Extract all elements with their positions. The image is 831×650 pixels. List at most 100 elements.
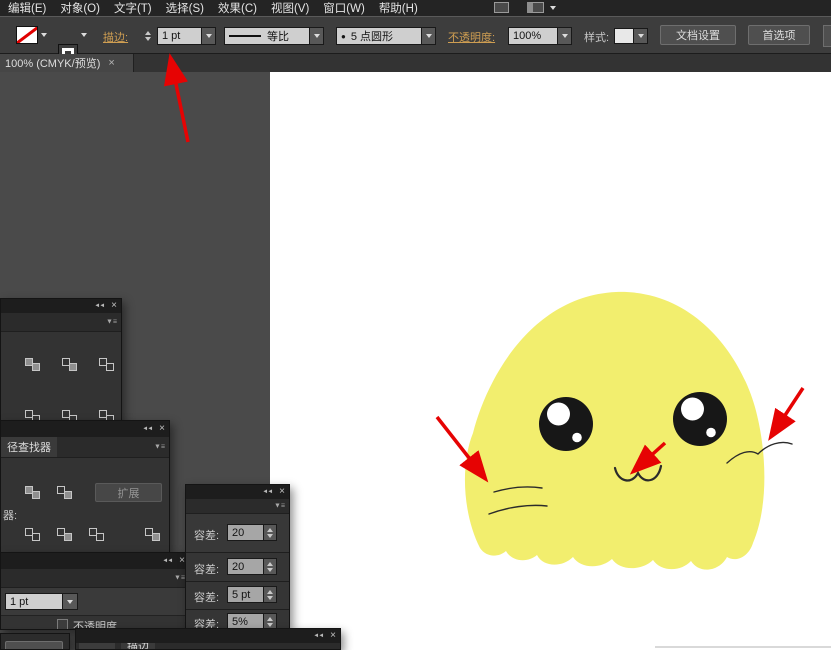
dropdown-arrow-icon	[425, 34, 432, 38]
stroke-dropdown-arrow-icon[interactable]	[81, 33, 87, 37]
stepper-up-icon[interactable]	[267, 561, 273, 566]
width-profile-dropdown[interactable]	[310, 27, 324, 45]
tolerance-stepper[interactable]	[264, 558, 277, 575]
tolerance-field[interactable]: 20	[227, 524, 264, 541]
artboard[interactable]	[270, 72, 831, 650]
fill-dropdown-arrow-icon[interactable]	[41, 33, 47, 37]
menu-window[interactable]: 窗口(W)	[323, 0, 365, 16]
menu-select[interactable]: 选择(S)	[166, 0, 204, 16]
menu-object[interactable]: 对象(O)	[60, 0, 100, 16]
stroke-panel-link[interactable]: 描边:	[103, 29, 128, 45]
dropdown-arrow-icon	[561, 34, 568, 38]
panel-menu-icon[interactable]: ▼≡	[174, 575, 185, 582]
shape-mode-intersect-button[interactable]	[95, 354, 117, 374]
brush-dropdown[interactable]	[422, 27, 436, 45]
brush-value: 5 点圆形	[350, 31, 394, 43]
tolerance-stepper[interactable]	[264, 586, 277, 603]
chevron-down-icon[interactable]	[550, 6, 556, 10]
partial-button[interactable]	[5, 641, 63, 649]
brush-field[interactable]: ● 5 点圆形	[336, 27, 422, 45]
opacity-dropdown[interactable]	[558, 27, 572, 45]
document-setup-button[interactable]: 文档设置	[660, 25, 736, 45]
panel-menu-icon[interactable]: ▼≡	[274, 503, 285, 510]
stroke-mini-panel: ◄◄ × ▼≡ 1 pt 不透明度	[0, 552, 190, 630]
pathfinder-trim-button[interactable]	[53, 524, 75, 544]
collapse-panel-icon[interactable]: ◄◄	[313, 633, 324, 639]
menu-edit[interactable]: 编辑(E)	[8, 0, 46, 16]
stroke-weight-dropdown[interactable]	[202, 27, 216, 45]
trim-icon	[56, 527, 72, 541]
tolerance-value: 5 pt	[232, 588, 251, 601]
clipped-control	[823, 25, 831, 47]
stroke-weight-mini-field[interactable]: 1 pt	[5, 593, 63, 610]
shape-mode-unite-button[interactable]	[21, 354, 43, 374]
opacity-checkbox[interactable]	[57, 619, 68, 629]
opacity-field[interactable]: 100%	[508, 27, 558, 45]
menu-type[interactable]: 文字(T)	[114, 0, 152, 16]
panel-menu-icon[interactable]: ▼≡	[154, 444, 165, 451]
stroke-weight-mini-dropdown[interactable]	[63, 593, 78, 610]
stepper-up-icon[interactable]	[267, 589, 273, 594]
dropdown-arrow-icon	[313, 34, 320, 38]
preferences-label: 首选项	[762, 30, 796, 42]
pathfinder-outline-button[interactable]	[141, 524, 163, 544]
close-panel-icon[interactable]: ×	[159, 424, 165, 434]
panel-header: ◄◄ ×	[76, 629, 340, 643]
panel-menu-icon[interactable]: ▼≡	[106, 319, 117, 326]
dropdown-arrow-icon	[67, 599, 73, 604]
pathfinder-divide-button[interactable]	[21, 524, 43, 544]
stepper-up-icon[interactable]	[145, 31, 151, 35]
stepper-up-icon[interactable]	[267, 527, 273, 532]
tolerance-row: 容差: 5%	[186, 609, 289, 629]
tolerance-value: 5%	[232, 615, 248, 628]
stroke-weight-field[interactable]: 1 pt	[157, 27, 202, 45]
tolerance-row: 容差: 20	[186, 552, 289, 581]
pathfinder-merge-button[interactable]	[85, 524, 107, 544]
opacity-panel-link[interactable]: 不透明度:	[448, 29, 495, 45]
expand-button[interactable]: 扩展	[95, 483, 162, 502]
tolerance-field[interactable]: 20	[227, 558, 264, 575]
document-tab[interactable]: 100% (CMYK/预览) ×	[0, 54, 134, 72]
outline-icon	[144, 527, 160, 541]
menu-bar: 编辑(E) 对象(O) 文字(T) 选择(S) 效果(C) 视图(V) 窗口(W…	[0, 0, 831, 16]
bottom-left-panel	[0, 633, 70, 650]
tab-pathfinder[interactable]: 径查找器	[1, 437, 57, 457]
collapse-panel-icon[interactable]: ◄◄	[142, 426, 153, 432]
stepper-down-icon[interactable]	[267, 567, 273, 572]
menu-effect[interactable]: 效果(C)	[218, 0, 257, 16]
illustrator-window: 编辑(E) 对象(O) 文字(T) 选择(S) 效果(C) 视图(V) 窗口(W…	[0, 0, 831, 650]
close-panel-icon[interactable]: ×	[111, 301, 117, 311]
tolerance-stepper[interactable]	[264, 524, 277, 541]
collapse-panel-icon[interactable]: ◄◄	[262, 489, 273, 495]
tolerance-value: 20	[232, 560, 245, 573]
menu-view[interactable]: 视图(V)	[271, 0, 309, 16]
preferences-button[interactable]: 首选项	[748, 25, 810, 45]
collapse-panel-icon[interactable]: ◄◄	[94, 303, 105, 309]
stepper-up-icon[interactable]	[267, 616, 273, 621]
shape-mode-unite-button[interactable]	[21, 482, 43, 502]
tolerance-field[interactable]: 5 pt	[227, 586, 264, 603]
stepper-down-icon[interactable]	[267, 622, 273, 627]
stroke-weight-mini-value: 1 pt	[10, 595, 29, 608]
workspace-switcher-icon[interactable]	[527, 2, 544, 13]
menu-help[interactable]: 帮助(H)	[379, 0, 418, 16]
style-dropdown[interactable]	[634, 28, 648, 44]
window-icon[interactable]	[494, 2, 509, 13]
shape-modes-panel: ◄◄ × ▼≡	[0, 298, 122, 432]
stepper-down-icon[interactable]	[145, 37, 151, 41]
fill-none-swatch[interactable]	[16, 26, 38, 44]
tab-stroke[interactable]: 描边	[121, 643, 155, 649]
stepper-down-icon[interactable]	[267, 533, 273, 538]
close-panel-icon[interactable]: ×	[330, 631, 336, 641]
close-tab-icon[interactable]: ×	[108, 57, 114, 69]
close-panel-icon[interactable]: ×	[279, 487, 285, 497]
width-profile-field[interactable]: 等比	[224, 27, 310, 45]
shape-mode-minus-front-button[interactable]	[53, 482, 75, 502]
panel-tab-row: ▼≡	[1, 569, 189, 588]
tolerance-panel-stack: ◄◄ × ▼≡ 容差: 20 容差: 20 容差: 5 pt 容差: 5%	[185, 484, 290, 630]
style-swatch[interactable]	[614, 28, 634, 44]
shape-mode-minus-front-button[interactable]	[58, 354, 80, 374]
stepper-down-icon[interactable]	[267, 595, 273, 600]
stroke-weight-stepper[interactable]	[145, 27, 151, 45]
collapse-panel-icon[interactable]: ◄◄	[162, 558, 173, 564]
